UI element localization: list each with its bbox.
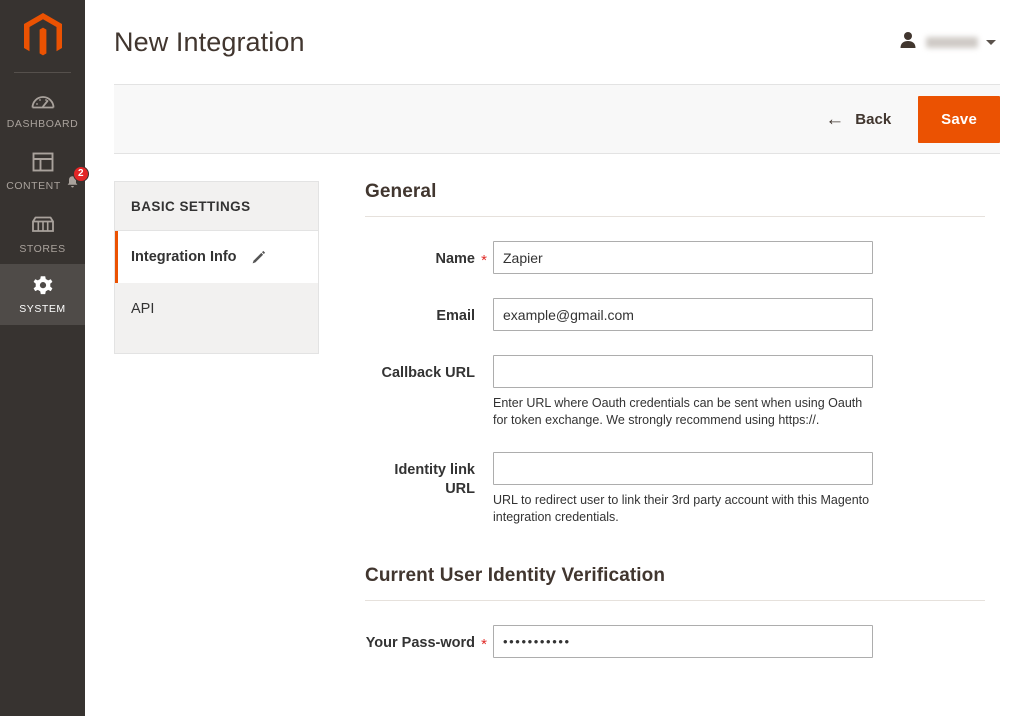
magento-logo[interactable] xyxy=(0,0,85,72)
page-header: New Integration xyxy=(85,0,1024,84)
sidebar-item-label: System xyxy=(19,304,65,315)
sidebar-item-dashboard[interactable]: Dashboard xyxy=(0,79,85,140)
content-row: Basic Settings Integration Info API xyxy=(85,154,1024,658)
callback-url-note: Enter URL where Oauth credentials can be… xyxy=(493,395,873,428)
settings-tab-label: API xyxy=(131,301,154,317)
basic-settings-heading: Basic Settings xyxy=(114,181,319,230)
sidebar-item-api[interactable]: API xyxy=(115,283,318,335)
page-title: New Integration xyxy=(114,29,305,56)
chevron-down-icon xyxy=(986,40,996,45)
notifications-bell[interactable]: 2 xyxy=(66,175,79,194)
no-asterisk xyxy=(475,298,493,308)
sidebar-divider xyxy=(14,72,71,73)
field-row-email: Email xyxy=(365,298,985,331)
sidebar-item-system[interactable]: System xyxy=(0,264,85,325)
email-field-control xyxy=(493,298,873,331)
password-field-control: ••••••••••• xyxy=(493,625,873,658)
pencil-edit-icon[interactable] xyxy=(251,250,266,265)
callback-url-field-control: Enter URL where Oauth credentials can be… xyxy=(493,355,873,428)
back-button[interactable]: ← Back xyxy=(825,110,891,129)
email-input[interactable] xyxy=(493,298,873,331)
field-row-identity-link-url: Identity link URL URL to redirect user t… xyxy=(365,452,985,525)
account-menu[interactable] xyxy=(898,30,1000,55)
sidebar-item-label: Dashboard xyxy=(7,119,78,130)
required-asterisk: * xyxy=(475,625,493,654)
password-input[interactable]: ••••••••••• xyxy=(493,625,873,658)
required-asterisk: * xyxy=(475,241,493,270)
back-label: Back xyxy=(855,111,891,128)
gear-icon xyxy=(30,273,56,299)
save-button[interactable]: Save xyxy=(918,96,1000,143)
sidebar-item-stores[interactable]: Stores xyxy=(0,204,85,265)
general-section-title: General xyxy=(365,181,985,217)
password-label: Your Pass-word xyxy=(365,625,475,653)
identity-link-url-label: Identity link URL xyxy=(365,452,475,499)
app-root: Dashboard Content xyxy=(0,0,1024,716)
field-row-password: Your Pass-word * ••••••••••• xyxy=(365,625,985,658)
sidebar-item-label: Stores xyxy=(19,244,65,255)
settings-side-panel: Basic Settings Integration Info API xyxy=(114,181,319,658)
sidebar-item-integration-info[interactable]: Integration Info xyxy=(115,231,318,283)
name-label: Name xyxy=(365,241,475,269)
main-content: New Integration ← Back Save xyxy=(85,0,1024,716)
account-username xyxy=(926,37,978,48)
callback-url-label: Callback URL xyxy=(365,355,475,383)
identity-verification-section-title: Current User Identity Verification xyxy=(365,565,985,601)
settings-tab-list: Integration Info API xyxy=(114,230,319,354)
name-input[interactable] xyxy=(493,241,873,274)
sidebar-item-label: Content xyxy=(6,181,61,192)
main-sidebar: Dashboard Content xyxy=(0,0,85,716)
field-row-callback-url: Callback URL Enter URL where Oauth crede… xyxy=(365,355,985,428)
content-layout-icon xyxy=(31,149,55,175)
no-asterisk xyxy=(475,452,493,462)
email-label: Email xyxy=(365,298,475,326)
callback-url-input[interactable] xyxy=(493,355,873,388)
name-field-control xyxy=(493,241,873,274)
user-avatar-icon xyxy=(898,30,918,55)
arrow-left-icon: ← xyxy=(825,110,844,129)
integration-form: General Name * Email xyxy=(319,181,1000,658)
identity-link-url-field-control: URL to redirect user to link their 3rd p… xyxy=(493,452,873,525)
magento-logo-icon xyxy=(22,12,64,60)
dashboard-gauge-icon xyxy=(30,88,56,114)
section-spacer xyxy=(365,525,985,565)
no-asterisk xyxy=(475,355,493,365)
field-row-name: Name * xyxy=(365,241,985,274)
identity-link-url-note: URL to redirect user to link their 3rd p… xyxy=(493,492,873,525)
store-awning-icon xyxy=(30,213,56,239)
page-actions-toolbar: ← Back Save xyxy=(114,84,1000,154)
settings-tab-label: Integration Info xyxy=(131,249,237,265)
notification-count-badge: 2 xyxy=(73,166,89,182)
identity-link-url-input[interactable] xyxy=(493,452,873,485)
sidebar-item-content[interactable]: Content 2 xyxy=(0,140,85,204)
